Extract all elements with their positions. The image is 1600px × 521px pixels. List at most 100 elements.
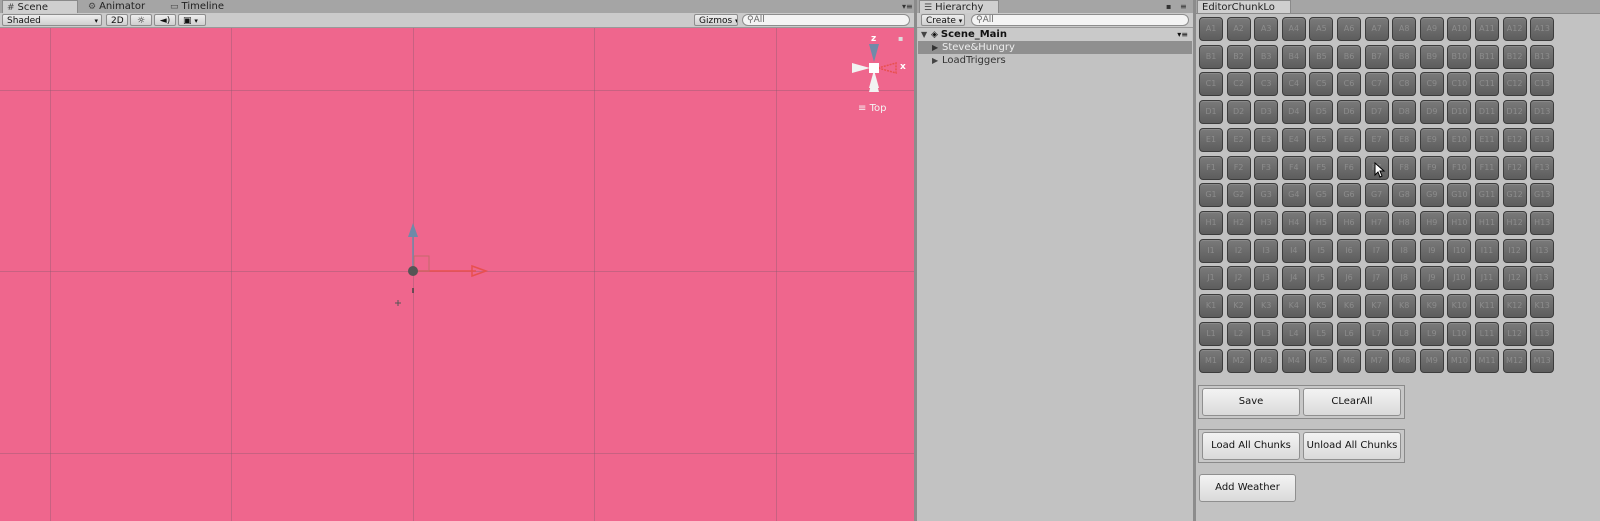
chunk-cell-d8[interactable]: D8	[1392, 100, 1417, 125]
chunk-cell-l9[interactable]: L9	[1419, 321, 1444, 346]
chunk-cell-l8[interactable]: L8	[1392, 321, 1417, 346]
chunk-cell-f11[interactable]: F11	[1475, 155, 1499, 180]
chunk-cell-m12[interactable]: M12	[1502, 349, 1527, 374]
mode-2d-toggle[interactable]: 2D	[106, 14, 128, 26]
chunk-cell-k1[interactable]: K1	[1199, 294, 1223, 318]
chunk-cell-j8[interactable]: J8	[1392, 266, 1417, 291]
chunk-cell-k3[interactable]: K3	[1254, 294, 1279, 318]
chunk-cell-l5[interactable]: L5	[1309, 321, 1334, 346]
chunk-cell-k5[interactable]: K5	[1309, 294, 1334, 318]
chunk-cell-j7[interactable]: J7	[1364, 266, 1389, 291]
chunk-cell-a9[interactable]: A9	[1419, 17, 1444, 41]
tab-hierarchy[interactable]: ☰ Hierarchy	[919, 0, 999, 13]
transform-handle[interactable]	[390, 193, 500, 313]
chunk-cell-a3[interactable]: A3	[1254, 17, 1279, 41]
scene-menu-icon[interactable]: ▾≡	[1177, 28, 1188, 41]
lighting-toggle[interactable]: ☼	[130, 14, 152, 26]
chunk-cell-d5[interactable]: D5	[1309, 100, 1334, 125]
chunk-cell-h8[interactable]: H8	[1392, 210, 1417, 235]
audio-toggle[interactable]: ◄)	[154, 14, 176, 26]
chunk-cell-b3[interactable]: B3	[1254, 44, 1279, 69]
chunk-cell-e4[interactable]: E4	[1281, 127, 1306, 152]
panel-splitter[interactable]	[914, 0, 917, 521]
chunk-cell-l2[interactable]: L2	[1226, 321, 1251, 346]
view-label[interactable]: ≡ Top	[858, 103, 886, 114]
chunk-cell-e10[interactable]: E10	[1447, 127, 1472, 152]
chunk-cell-c12[interactable]: C12	[1502, 72, 1527, 97]
chunk-cell-h4[interactable]: H4	[1281, 210, 1306, 235]
chunk-cell-i7[interactable]: I7	[1364, 238, 1389, 263]
chunk-cell-j9[interactable]: J9	[1419, 266, 1444, 291]
chunk-cell-k10[interactable]: K10	[1447, 294, 1472, 318]
chunk-cell-g12[interactable]: G12	[1502, 183, 1527, 208]
chunk-cell-a6[interactable]: A6	[1337, 17, 1361, 41]
chunk-cell-l11[interactable]: L11	[1475, 321, 1499, 346]
scene-root-row[interactable]: ▼ ◈ Scene_Main ▾≡	[918, 28, 1192, 41]
chunk-cell-g13[interactable]: G13	[1530, 183, 1555, 208]
chunk-cell-i11[interactable]: I11	[1475, 238, 1499, 263]
chunk-cell-d3[interactable]: D3	[1254, 100, 1279, 125]
chunk-cell-d11[interactable]: D11	[1475, 100, 1499, 125]
chunk-cell-l12[interactable]: L12	[1502, 321, 1527, 346]
chunk-cell-j12[interactable]: J12	[1502, 266, 1527, 291]
chunk-cell-l4[interactable]: L4	[1281, 321, 1306, 346]
load-all-chunks-button[interactable]: Load All Chunks	[1202, 432, 1300, 460]
chunk-cell-j6[interactable]: J6	[1337, 266, 1361, 291]
chunk-cell-c11[interactable]: C11	[1475, 72, 1499, 97]
chunk-cell-d9[interactable]: D9	[1419, 100, 1444, 125]
chunk-cell-j1[interactable]: J1	[1199, 266, 1223, 291]
chunk-cell-c3[interactable]: C3	[1254, 72, 1279, 97]
chunk-cell-h1[interactable]: H1	[1199, 210, 1223, 235]
chunk-cell-m3[interactable]: M3	[1254, 349, 1279, 374]
chunk-cell-g1[interactable]: G1	[1199, 183, 1223, 208]
chunk-cell-j4[interactable]: J4	[1281, 266, 1306, 291]
chunk-cell-i10[interactable]: I10	[1447, 238, 1472, 263]
chunk-cell-i12[interactable]: I12	[1502, 238, 1527, 263]
chunk-cell-f4[interactable]: F4	[1281, 155, 1306, 180]
chunk-cell-b9[interactable]: B9	[1419, 44, 1444, 69]
chunk-cell-d4[interactable]: D4	[1281, 100, 1306, 125]
chunk-cell-h10[interactable]: H10	[1447, 210, 1472, 235]
chunk-cell-g7[interactable]: G7	[1364, 183, 1389, 208]
chunk-cell-h12[interactable]: H12	[1502, 210, 1527, 235]
chunk-cell-m1[interactable]: M1	[1199, 349, 1223, 374]
chunk-cell-l13[interactable]: L13	[1530, 321, 1555, 346]
chunk-cell-f1[interactable]: F1	[1199, 155, 1223, 180]
effects-dropdown[interactable]: ▣ ▾	[178, 14, 206, 26]
chunk-cell-f13[interactable]: F13	[1530, 155, 1555, 180]
scene-panel-menu-icon[interactable]: ▾≡	[902, 2, 913, 11]
unload-all-chunks-button[interactable]: Unload All Chunks	[1303, 432, 1401, 460]
chunk-cell-i3[interactable]: I3	[1254, 238, 1279, 263]
chunk-cell-g6[interactable]: G6	[1337, 183, 1361, 208]
chunk-cell-c2[interactable]: C2	[1226, 72, 1251, 97]
chunk-cell-l1[interactable]: L1	[1199, 321, 1223, 346]
chunk-cell-i13[interactable]: I13	[1530, 238, 1555, 263]
save-button[interactable]: Save	[1202, 388, 1300, 416]
chunk-cell-h7[interactable]: H7	[1364, 210, 1389, 235]
create-dropdown[interactable]: Create ▾	[921, 14, 965, 26]
chunk-cell-b5[interactable]: B5	[1309, 44, 1334, 69]
chunk-cell-e7[interactable]: E7	[1364, 127, 1389, 152]
chunk-cell-f5[interactable]: F5	[1309, 155, 1334, 180]
chunk-cell-b11[interactable]: B11	[1475, 44, 1499, 69]
chunk-cell-m9[interactable]: M9	[1419, 349, 1444, 374]
add-weather-button[interactable]: Add Weather	[1199, 474, 1296, 502]
chunk-cell-a4[interactable]: A4	[1281, 17, 1306, 41]
expand-arrow-icon[interactable]: ▼	[921, 28, 931, 41]
hierarchy-lock-icon[interactable]: ▪	[1166, 2, 1171, 11]
chunk-cell-m10[interactable]: M10	[1447, 349, 1472, 374]
chunk-cell-b6[interactable]: B6	[1337, 44, 1361, 69]
tab-scene[interactable]: # Scene	[2, 0, 78, 13]
chunk-cell-k2[interactable]: K2	[1226, 294, 1251, 318]
chunk-cell-b4[interactable]: B4	[1281, 44, 1306, 69]
chunk-cell-a5[interactable]: A5	[1309, 17, 1334, 41]
chunk-cell-b7[interactable]: B7	[1364, 44, 1389, 69]
chunk-cell-k8[interactable]: K8	[1392, 294, 1417, 318]
chunk-cell-g8[interactable]: G8	[1392, 183, 1417, 208]
chunk-cell-m6[interactable]: M6	[1337, 349, 1361, 374]
chunk-cell-c6[interactable]: C6	[1337, 72, 1361, 97]
chunk-cell-g9[interactable]: G9	[1419, 183, 1444, 208]
chunk-cell-h13[interactable]: H13	[1530, 210, 1555, 235]
chunk-cell-e11[interactable]: E11	[1475, 127, 1499, 152]
chunk-cell-g11[interactable]: G11	[1475, 183, 1499, 208]
